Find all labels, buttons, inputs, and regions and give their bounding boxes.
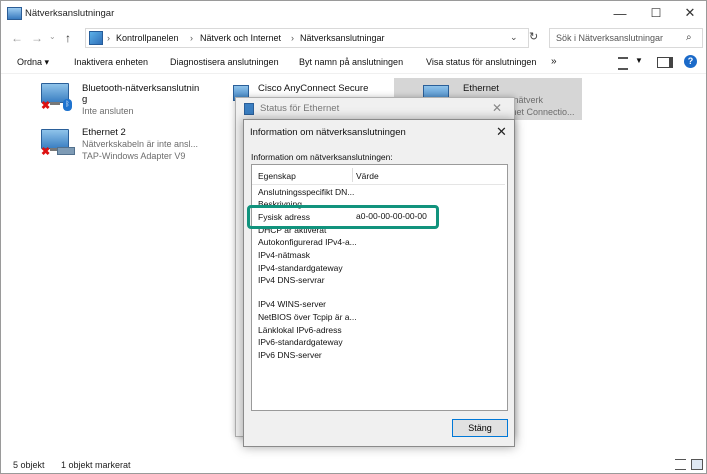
selection-count: 1 objekt markerat (61, 460, 131, 470)
network-adapter-icon: ✖ ᛒ (41, 83, 72, 112)
minimize-button[interactable]: — (603, 1, 637, 25)
up-arrow-icon[interactable]: ↑ (65, 31, 71, 45)
search-box[interactable]: Sök i Nätverksanslutningar ⌕ (549, 28, 703, 48)
connection-name: Cisco AnyConnect Secure (258, 83, 369, 94)
connection-name: Bluetooth-nätverksanslutnin (82, 83, 200, 94)
connection-status: Inte ansluten (82, 106, 134, 116)
title-bar: Nätverksanslutningar — ☐ ✕ (1, 1, 706, 25)
info-dialog-title: Information om nätverksanslutningen (250, 127, 406, 138)
list-item[interactable]: IPv4-standardgateway (258, 263, 343, 273)
connection-name: Ethernet (463, 83, 499, 94)
disconnected-x-icon: ✖ (41, 100, 51, 112)
list-item[interactable]: Anslutningsspecifikt DN... (258, 187, 354, 197)
maximize-button[interactable]: ☐ (639, 1, 673, 25)
header-divider (352, 168, 353, 182)
back-arrow-icon[interactable]: ← (11, 31, 23, 45)
connection-item-ethernet2[interactable]: ✖ Ethernet 2 Nätverkskabeln är inte ansl… (41, 127, 221, 167)
connection-status: Nätverkskabeln är inte ansl... (82, 139, 199, 149)
list-item[interactable]: IPv4-nätmask (258, 250, 310, 260)
status-dialog-close-icon[interactable]: ✕ (492, 101, 502, 115)
list-item[interactable]: IPv4 WINS-server (258, 299, 326, 309)
view-dropdown-chevron-icon[interactable]: ▼ (635, 56, 643, 65)
search-icon[interactable]: ⌕ (686, 32, 692, 43)
view-options-icon[interactable] (618, 57, 628, 70)
close-dialog-button[interactable]: Stäng (452, 419, 508, 437)
info-dialog-close-icon[interactable]: ✕ (496, 124, 507, 140)
connection-adapter: TAP-Windows Adapter V9 (82, 151, 186, 161)
details-view-icon[interactable] (675, 459, 686, 470)
help-icon[interactable]: ? (684, 55, 697, 68)
list-item[interactable]: Autokonfigurerad IPv4-a... (258, 237, 357, 247)
breadcrumb-network-connections[interactable]: Nätverksanslutningar (300, 33, 385, 43)
command-bar: Ordna ▾ Inaktivera enheten Diagnostisera… (1, 51, 706, 74)
info-label: Information om nätverksanslutningen: (251, 152, 393, 162)
network-adapter-icon: ✖ (41, 129, 75, 158)
column-header-value[interactable]: Värde (356, 171, 379, 181)
info-dialog: Information om nätverksanslutningen ✕ In… (243, 119, 515, 447)
list-item[interactable]: IPv6-standardgateway (258, 337, 343, 347)
network-folder-icon (7, 7, 22, 20)
refresh-icon[interactable]: ↻ (529, 30, 538, 43)
status-dialog-icon (244, 103, 254, 115)
breadcrumb-network-internet[interactable]: Nätverk och Internet (200, 33, 281, 43)
preview-pane-icon[interactable] (657, 57, 673, 68)
breadcrumb-separator: › (291, 33, 294, 43)
header-underline (252, 184, 505, 185)
disconnected-x-icon: ✖ (41, 146, 51, 158)
column-header-property[interactable]: Egenskap (258, 171, 296, 181)
physical-address-highlight (247, 205, 439, 229)
breadcrumb-separator: › (190, 33, 193, 43)
window-title: Nätverksanslutningar (25, 8, 115, 19)
breadcrumb-separator: › (107, 33, 110, 43)
organize-button[interactable]: Ordna ▾ (17, 57, 49, 68)
status-bar: 5 objekt 1 objekt markerat (1, 454, 706, 473)
explorer-window: Nätverksanslutningar — ☐ ✕ ← → ⌄ ↑ › Kon… (0, 0, 707, 474)
more-commands-button[interactable]: » (551, 56, 557, 67)
bluetooth-icon: ᛒ (63, 99, 72, 111)
address-bar: ← → ⌄ ↑ › Kontrollpanelen › Nätverk och … (7, 27, 703, 49)
large-icons-view-icon[interactable] (691, 459, 703, 470)
rename-button[interactable]: Byt namn på anslutningen (299, 57, 403, 67)
control-panel-icon (89, 31, 103, 45)
list-item[interactable]: IPv6 DNS-server (258, 350, 322, 360)
list-item[interactable]: Länklokal IPv6-adress (258, 325, 342, 335)
connection-item-bluetooth[interactable]: ✖ ᛒ Bluetooth-nätverksanslutnin g Inte a… (41, 81, 221, 121)
diagnose-button[interactable]: Diagnostisera anslutningen (170, 57, 279, 67)
breadcrumb-control-panel[interactable]: Kontrollpanelen (116, 33, 179, 43)
info-listview[interactable]: Egenskap Värde Anslutningsspecifikt DN..… (251, 164, 508, 411)
list-item[interactable]: IPv4 DNS-servrar (258, 275, 325, 285)
view-status-button[interactable]: Visa status för anslutningen (426, 57, 536, 67)
status-dialog-title: Status för Ethernet (260, 103, 340, 114)
history-chevron-icon[interactable]: ⌄ (49, 32, 56, 41)
list-item[interactable]: NetBIOS över Tcpip är a... (258, 312, 357, 322)
search-input[interactable]: Sök i Nätverksanslutningar (556, 33, 663, 43)
connection-name: Ethernet 2 (82, 127, 126, 138)
forward-arrow-icon[interactable]: → (31, 31, 43, 45)
chevron-down-icon[interactable]: ⌄ (510, 32, 518, 43)
item-count: 5 objekt (13, 460, 45, 470)
close-window-button[interactable]: ✕ (673, 1, 706, 25)
network-cable-icon (57, 147, 75, 155)
connection-name-wrap: g (82, 94, 88, 105)
disable-device-button[interactable]: Inaktivera enheten (74, 57, 148, 67)
address-input[interactable]: › Kontrollpanelen › Nätverk och Internet… (85, 28, 529, 48)
